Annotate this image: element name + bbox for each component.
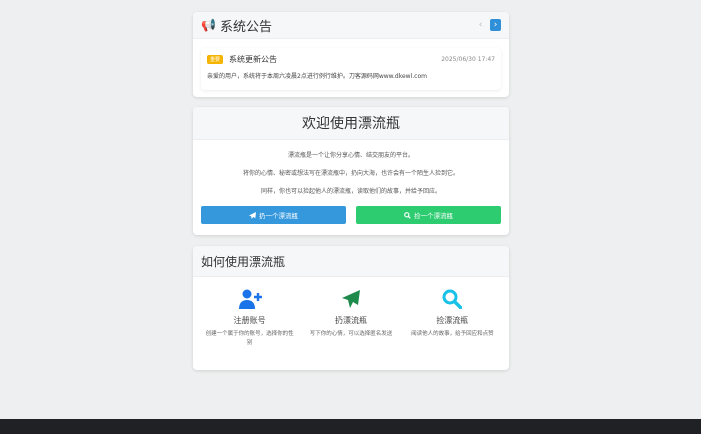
step-desc: 创建一个属于你的账号，选择你的性别 — [205, 331, 294, 346]
search-icon — [442, 289, 463, 309]
throw-label: 扔一个漂流瓶 — [259, 212, 298, 220]
search-icon — [404, 211, 411, 219]
pick-label: 捡一个漂流瓶 — [414, 212, 453, 220]
howto-title: 如何使用漂流瓶 — [193, 246, 509, 277]
prev-button[interactable]: ‹ — [475, 19, 486, 31]
announcement-card: 📢 系统公告 ‹ › 重要 系统更新公告 2025/06/30 17:47 亲爱… — [193, 12, 509, 97]
next-button[interactable]: › — [490, 19, 501, 31]
megaphone-icon: 📢 — [201, 18, 216, 32]
howto-card: 如何使用漂流瓶 注册账号 创建一个属于你的账号，选择你的性别 扔漂流瓶 写下你的… — [193, 246, 509, 370]
step-title: 捡漂流瓶 — [436, 316, 469, 325]
welcome-card: 欢迎使用漂流瓶 漂流瓶是一个让你分享心情、结交朋友的平台。 将你的心情、秘密或想… — [193, 107, 509, 235]
user-plus-icon — [238, 289, 262, 309]
step-title: 扔漂流瓶 — [334, 316, 367, 325]
paper-plane-icon — [249, 211, 256, 219]
intro-line: 漂流瓶是一个让你分享心情、结交朋友的平台。 — [287, 152, 414, 159]
step-register: 注册账号 创建一个属于你的账号，选择你的性别 — [199, 288, 300, 348]
important-badge: 重要 — [207, 55, 224, 64]
step-throw: 扔漂流瓶 写下你的心情，可以选择匿名发送 — [300, 288, 401, 348]
intro-line: 同样，你也可以捡起他人的漂流瓶，读取他们的故事，并给予回应。 — [260, 188, 441, 195]
step-desc: 写下你的心情，可以选择匿名发送 — [309, 331, 393, 337]
step-desc: 阅读他人的故事，给予回应和点赞 — [411, 331, 494, 337]
notice-item[interactable]: 重要 系统更新公告 2025/06/30 17:47 亲爱的用户，系统将于本周六… — [201, 48, 501, 90]
step-title: 注册账号 — [233, 316, 266, 325]
notice-time: 2025/06/30 17:47 — [441, 56, 495, 63]
notice-title: 系统更新公告 — [229, 55, 278, 64]
announcement-title: 系统公告 — [219, 19, 272, 35]
footer — [0, 419, 701, 434]
announcement-header: 📢 系统公告 ‹ › — [193, 12, 509, 39]
paper-plane-icon — [341, 290, 360, 308]
throw-bottle-button[interactable]: 扔一个漂流瓶 — [201, 206, 346, 224]
step-pick: 捡漂流瓶 阅读他人的故事，给予回应和点赞 — [402, 288, 503, 348]
intro-line: 将你的心情、秘密或想法写在漂流瓶中，扔向大海，也许会有一个陌生人捡到它。 — [242, 170, 459, 177]
pick-bottle-button[interactable]: 捡一个漂流瓶 — [356, 206, 501, 224]
welcome-title: 欢迎使用漂流瓶 — [193, 107, 509, 140]
notice-text: 亲爱的用户，系统将于本周六凌晨2点进行例行维护。刀客源码网www.dkewl.c… — [207, 73, 427, 80]
